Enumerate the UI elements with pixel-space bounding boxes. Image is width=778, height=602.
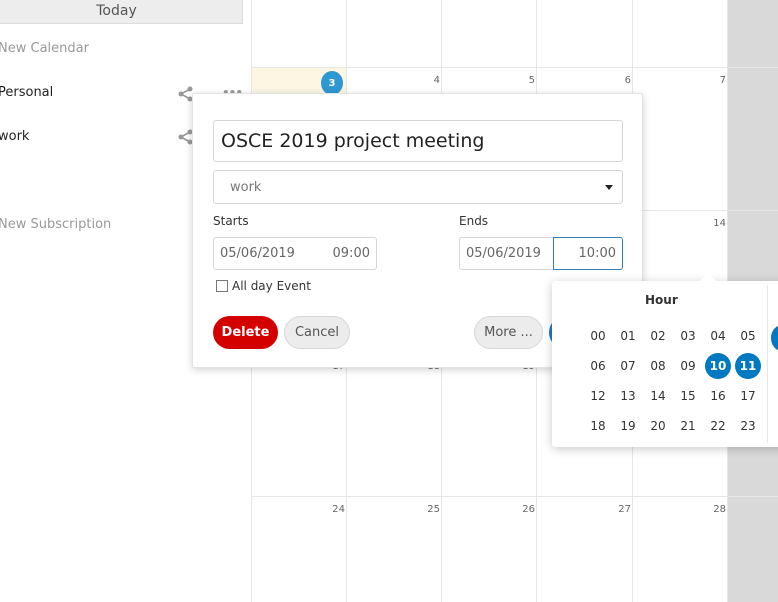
hour-option[interactable]: 10 (705, 353, 731, 379)
hour-option[interactable]: 16 (705, 383, 731, 409)
hour-option[interactable]: 14 (645, 383, 671, 409)
today-badge[interactable]: 3 (321, 71, 343, 95)
hour-option[interactable]: 06 (585, 353, 611, 379)
end-date-input[interactable]: 05/06/2019 (459, 237, 555, 270)
end-time-input[interactable]: 10:00 (553, 237, 623, 270)
hour-option[interactable]: 11 (735, 353, 761, 379)
grid-line (251, 67, 778, 68)
grid-line (251, 496, 778, 497)
calendar-item-work[interactable]: work (0, 129, 29, 144)
hour-grid: 00 01 02 03 04 05 06 07 08 09 10 11 12 13 14 15 16 17 18 19… (585, 323, 765, 443)
hour-option[interactable]: 23 (735, 413, 761, 439)
hour-option[interactable]: 21 (675, 413, 701, 439)
picker-arrow (700, 273, 716, 281)
day-number[interactable]: 6 (601, 75, 631, 86)
day-number[interactable]: 25 (410, 504, 440, 515)
day-number[interactable]: 5 (505, 75, 535, 86)
calendar-select[interactable]: work (213, 170, 623, 204)
hour-option[interactable]: 01 (615, 323, 641, 349)
start-date-input[interactable]: 05/06/2019 (214, 246, 333, 261)
calendar-item-personal[interactable]: Personal (0, 85, 53, 100)
hour-picker-title: Hour (645, 293, 678, 307)
day-number[interactable]: 27 (601, 504, 631, 515)
all-day-checkbox[interactable] (216, 280, 228, 292)
caret-down-icon (605, 185, 613, 190)
end-date-value: 05/06/2019 (466, 246, 541, 261)
more-button[interactable]: More ... (474, 316, 543, 349)
hour-option[interactable]: 20 (645, 413, 671, 439)
calendar-select-value: work (230, 179, 262, 195)
hour-option[interactable]: 17 (735, 383, 761, 409)
hour-option[interactable]: 04 (705, 323, 731, 349)
today-button[interactable]: Today (0, 0, 243, 24)
new-subscription-link[interactable]: New Subscription (0, 217, 111, 232)
hour-option[interactable]: 12 (585, 383, 611, 409)
cancel-button[interactable]: Cancel (284, 316, 350, 349)
day-number[interactable]: 28 (696, 504, 726, 515)
start-datetime-field[interactable]: 05/06/2019 09:00 (213, 237, 377, 270)
starts-label: Starts (213, 214, 249, 228)
hour-option[interactable]: 05 (735, 323, 761, 349)
day-number[interactable]: 7 (696, 75, 726, 86)
hour-option[interactable]: 03 (675, 323, 701, 349)
picker-divider (767, 285, 768, 443)
all-day-label: All day Event (232, 279, 311, 293)
event-title-input[interactable]: OSCE 2019 project meeting (213, 120, 623, 162)
hour-option[interactable]: 07 (615, 353, 641, 379)
hour-option[interactable]: 02 (645, 323, 671, 349)
day-number[interactable]: 4 (410, 75, 440, 86)
start-time-input[interactable]: 09:00 (333, 246, 376, 261)
hour-option[interactable]: 13 (615, 383, 641, 409)
ends-label: Ends (459, 214, 489, 228)
hour-option[interactable]: 09 (675, 353, 701, 379)
minute-selected-partial[interactable] (771, 325, 778, 351)
new-calendar-link[interactable]: New Calendar (0, 41, 89, 56)
day-number[interactable]: 14 (696, 218, 726, 229)
hour-option[interactable]: 08 (645, 353, 671, 379)
hour-option[interactable]: 18 (585, 413, 611, 439)
hour-picker: Hour 00 01 02 03 04 05 06 07 08 09 10 11 12 13 14 15 16 1… (552, 273, 778, 447)
all-day-toggle[interactable]: All day Event (216, 279, 311, 293)
delete-button[interactable]: Delete (213, 316, 278, 349)
day-number[interactable]: 26 (505, 504, 535, 515)
hour-option[interactable]: 00 (585, 323, 611, 349)
hour-option[interactable]: 22 (705, 413, 731, 439)
hour-option[interactable]: 15 (675, 383, 701, 409)
hour-option[interactable]: 19 (615, 413, 641, 439)
day-number[interactable]: 24 (315, 504, 345, 515)
